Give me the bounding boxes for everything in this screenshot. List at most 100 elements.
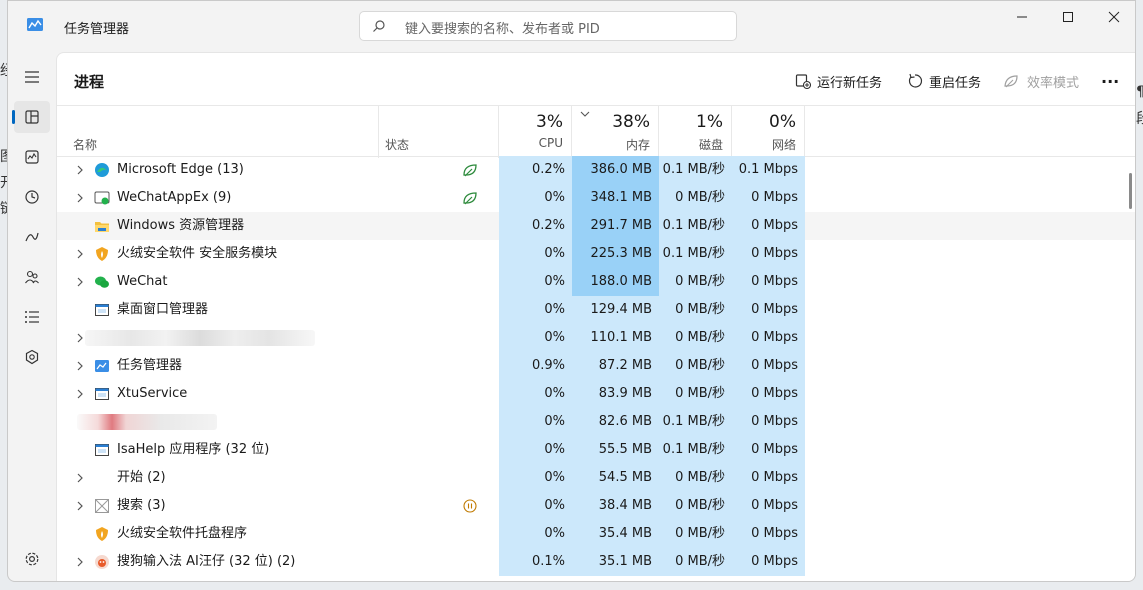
memory-total: 38% [612,112,650,132]
redacted-name [85,330,315,346]
cpu-value: 0% [499,408,572,436]
cpu-value: 0.1% [499,548,572,576]
close-button[interactable] [1091,1,1135,33]
column-disk[interactable]: 1% 磁盘 [659,106,732,158]
process-row[interactable]: Windows 资源管理器 0.2% 291.7 MB 0.1 MB/秒 0 Mbps [57,212,1135,240]
nav-app-history[interactable] [14,181,50,213]
cpu-label: CPU [538,136,563,150]
menu-button[interactable] [14,61,50,93]
restart-task-label: 重启任务 [929,75,982,91]
nav-services[interactable] [14,341,50,373]
expand-chevron-icon[interactable] [75,333,85,343]
expand-chevron-icon[interactable] [75,193,85,203]
expand-chevron-icon[interactable] [75,165,85,175]
process-name: 火绒安全软件 安全服务模块 [117,246,278,261]
nav-performance[interactable] [14,141,50,173]
process-name: 搜索 (3) [117,498,166,513]
network-value: 0 Mbps [732,296,805,324]
cpu-value: 0% [499,464,572,492]
process-row[interactable]: IsaHelp 应用程序 (32 位) 0% 55.5 MB 0.1 MB/秒 0 Mb… [57,436,1135,464]
column-memory[interactable]: 38% 内存 [572,106,659,158]
expand-chevron-icon[interactable] [75,389,85,399]
memory-value: 386.0 MB [572,156,659,184]
process-row[interactable]: Microsoft Edge (13) 0.2% 386.0 MB 0.1 MB/秒 0… [57,156,1135,184]
nav-processes[interactable] [12,101,50,133]
cpu-value: 0% [499,240,572,268]
task-manager-icon [27,18,43,31]
network-value: 0 Mbps [732,436,805,464]
menu-icon [25,71,39,83]
column-cpu[interactable]: 3% CPU [499,106,572,158]
column-name[interactable]: 名称 [57,106,379,158]
network-value: 0 Mbps [732,548,805,576]
process-row[interactable]: XtuService 0% 83.9 MB 0 MB/秒 0 Mbps [57,380,1135,408]
network-value: 0 Mbps [732,324,805,352]
efficiency-leaf-icon [1004,75,1018,88]
cpu-value: 0% [499,436,572,464]
process-row[interactable]: 搜索 (3) 0% 38.4 MB 0 MB/秒 0 Mbps [57,492,1135,520]
column-status-label: 状态 [385,138,410,152]
process-row[interactable]: 搜狗输入法 AI汪仔 (32 位) (2) 0.1% 35.1 MB 0 MB/秒 0 … [57,548,1135,576]
process-row[interactable]: 火绒安全软件托盘程序 0% 35.4 MB 0 MB/秒 0 Mbps [57,520,1135,548]
network-value: 0 Mbps [732,492,805,520]
disk-value: 0.1 MB/秒 [659,408,732,436]
run-new-task-button[interactable]: 运行新任务 [795,69,882,93]
process-row[interactable]: 任务管理器 0.9% 87.2 MB 0 MB/秒 0 Mbps [57,352,1135,380]
expand-chevron-icon[interactable] [75,361,85,371]
maximize-icon [1063,12,1073,22]
process-row[interactable]: 0% 82.6 MB 0.1 MB/秒 0 Mbps [57,408,1135,436]
minimize-button[interactable] [999,1,1045,33]
wechat-icon [95,276,109,288]
memory-value: 110.1 MB [572,324,659,352]
network-value: 0 Mbps [732,352,805,380]
network-value: 0 Mbps [732,240,805,268]
process-name: 开始 (2) [117,470,166,485]
column-status[interactable]: 状态 [379,106,499,158]
disk-value: 0 MB/秒 [659,380,732,408]
close-icon [1108,11,1120,23]
restart-task-button[interactable]: 重启任务 [907,69,981,93]
process-row[interactable]: 火绒安全软件 安全服务模块 0% 225.3 MB 0.1 MB/秒 0 Mbps [57,240,1135,268]
process-row[interactable]: 桌面窗口管理器 0% 129.4 MB 0 MB/秒 0 Mbps [57,296,1135,324]
expand-chevron-icon[interactable] [75,501,85,511]
expand-chevron-icon[interactable] [75,249,85,259]
process-row[interactable]: 0% 110.1 MB 0 MB/秒 0 Mbps [57,324,1135,352]
sort-chevron-icon [580,111,590,117]
process-name: IsaHelp 应用程序 (32 位) [117,442,270,457]
details-icon [25,311,39,323]
memory-value: 291.7 MB [572,212,659,240]
disk-value: 0 MB/秒 [659,268,732,296]
services-icon [25,349,39,365]
efficiency-mode-button[interactable]: 效率模式 [1003,69,1079,93]
network-total: 0% [769,112,796,132]
app-history-icon [25,190,39,204]
expand-chevron-icon[interactable] [75,277,85,287]
column-network[interactable]: 0% 网络 [732,106,805,158]
memory-value: 54.5 MB [572,464,659,492]
nav-details[interactable] [14,301,50,333]
process-row[interactable]: WeChat 0% 188.0 MB 0 MB/秒 0 Mbps [57,268,1135,296]
more-options-button[interactable]: ··· [1101,69,1119,93]
scrollbar-thumb[interactable] [1129,173,1132,209]
search-app-icon [95,499,109,513]
process-name: 搜狗输入法 AI汪仔 (32 位) (2) [117,554,296,569]
cpu-value: 0.9% [499,352,572,380]
maximize-button[interactable] [1045,1,1091,33]
window-icon [95,304,109,316]
memory-value: 35.4 MB [572,520,659,548]
memory-value: 83.9 MB [572,380,659,408]
expand-chevron-icon[interactable] [75,557,85,567]
expand-chevron-icon[interactable] [75,473,85,483]
nav-users[interactable] [14,261,50,293]
process-row[interactable]: 开始 (2) 0% 54.5 MB 0 MB/秒 0 Mbps [57,464,1135,492]
nav-startup[interactable] [14,221,50,253]
network-value: 0 Mbps [732,212,805,240]
redacted-name [77,414,217,430]
processes-panel: 进程 运行新任务 重启任务 效率模式 ··· 名称 状态 3% CPU 38% … [56,52,1135,581]
search-input[interactable]: 键入要搜索的名称、发布者或 PID [359,11,737,41]
nav-settings[interactable] [14,543,50,575]
memory-value: 38.4 MB [572,492,659,520]
suspended-icon [463,499,477,513]
process-row[interactable]: WeChatAppEx (9) 0% 348.1 MB 0 MB/秒 0 Mbps [57,184,1135,212]
memory-value: 188.0 MB [572,268,659,296]
